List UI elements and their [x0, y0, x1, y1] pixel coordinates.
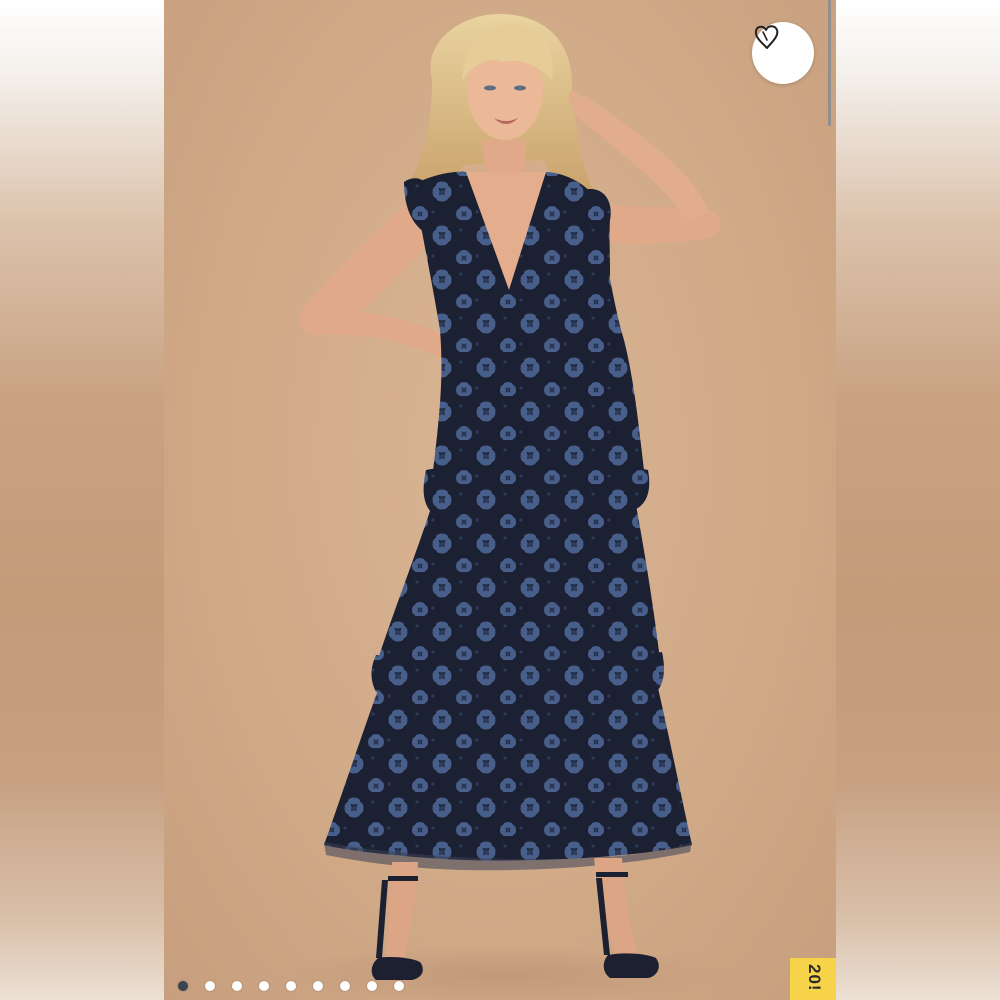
model-illustration	[274, 13, 734, 1000]
scrollbar-thumb[interactable]	[828, 0, 831, 126]
carousel-dot-4[interactable]	[259, 981, 269, 991]
carousel-dot-2[interactable]	[205, 981, 215, 991]
heart-outline-icon	[754, 25, 779, 49]
carousel-dot-7[interactable]	[340, 981, 350, 991]
promo-tab[interactable]: 20!	[790, 958, 836, 1000]
scrollbar[interactable]	[826, 0, 832, 130]
carousel-dot-6[interactable]	[313, 981, 323, 991]
right-blurred-backdrop	[836, 0, 1000, 1000]
promo-tab-label: 20!	[805, 964, 824, 992]
carousel-dot-3[interactable]	[232, 981, 242, 991]
product-photo[interactable]	[164, 0, 836, 1000]
favorite-button[interactable]	[752, 22, 814, 84]
carousel-dot-5[interactable]	[286, 981, 296, 991]
carousel-pagination	[178, 981, 404, 991]
product-image-viewer: 20!	[0, 0, 1000, 1000]
carousel-dot-9[interactable]	[394, 981, 404, 991]
carousel-dot-1[interactable]	[178, 981, 188, 991]
left-blurred-backdrop	[0, 0, 164, 1000]
carousel-dot-8[interactable]	[367, 981, 377, 991]
